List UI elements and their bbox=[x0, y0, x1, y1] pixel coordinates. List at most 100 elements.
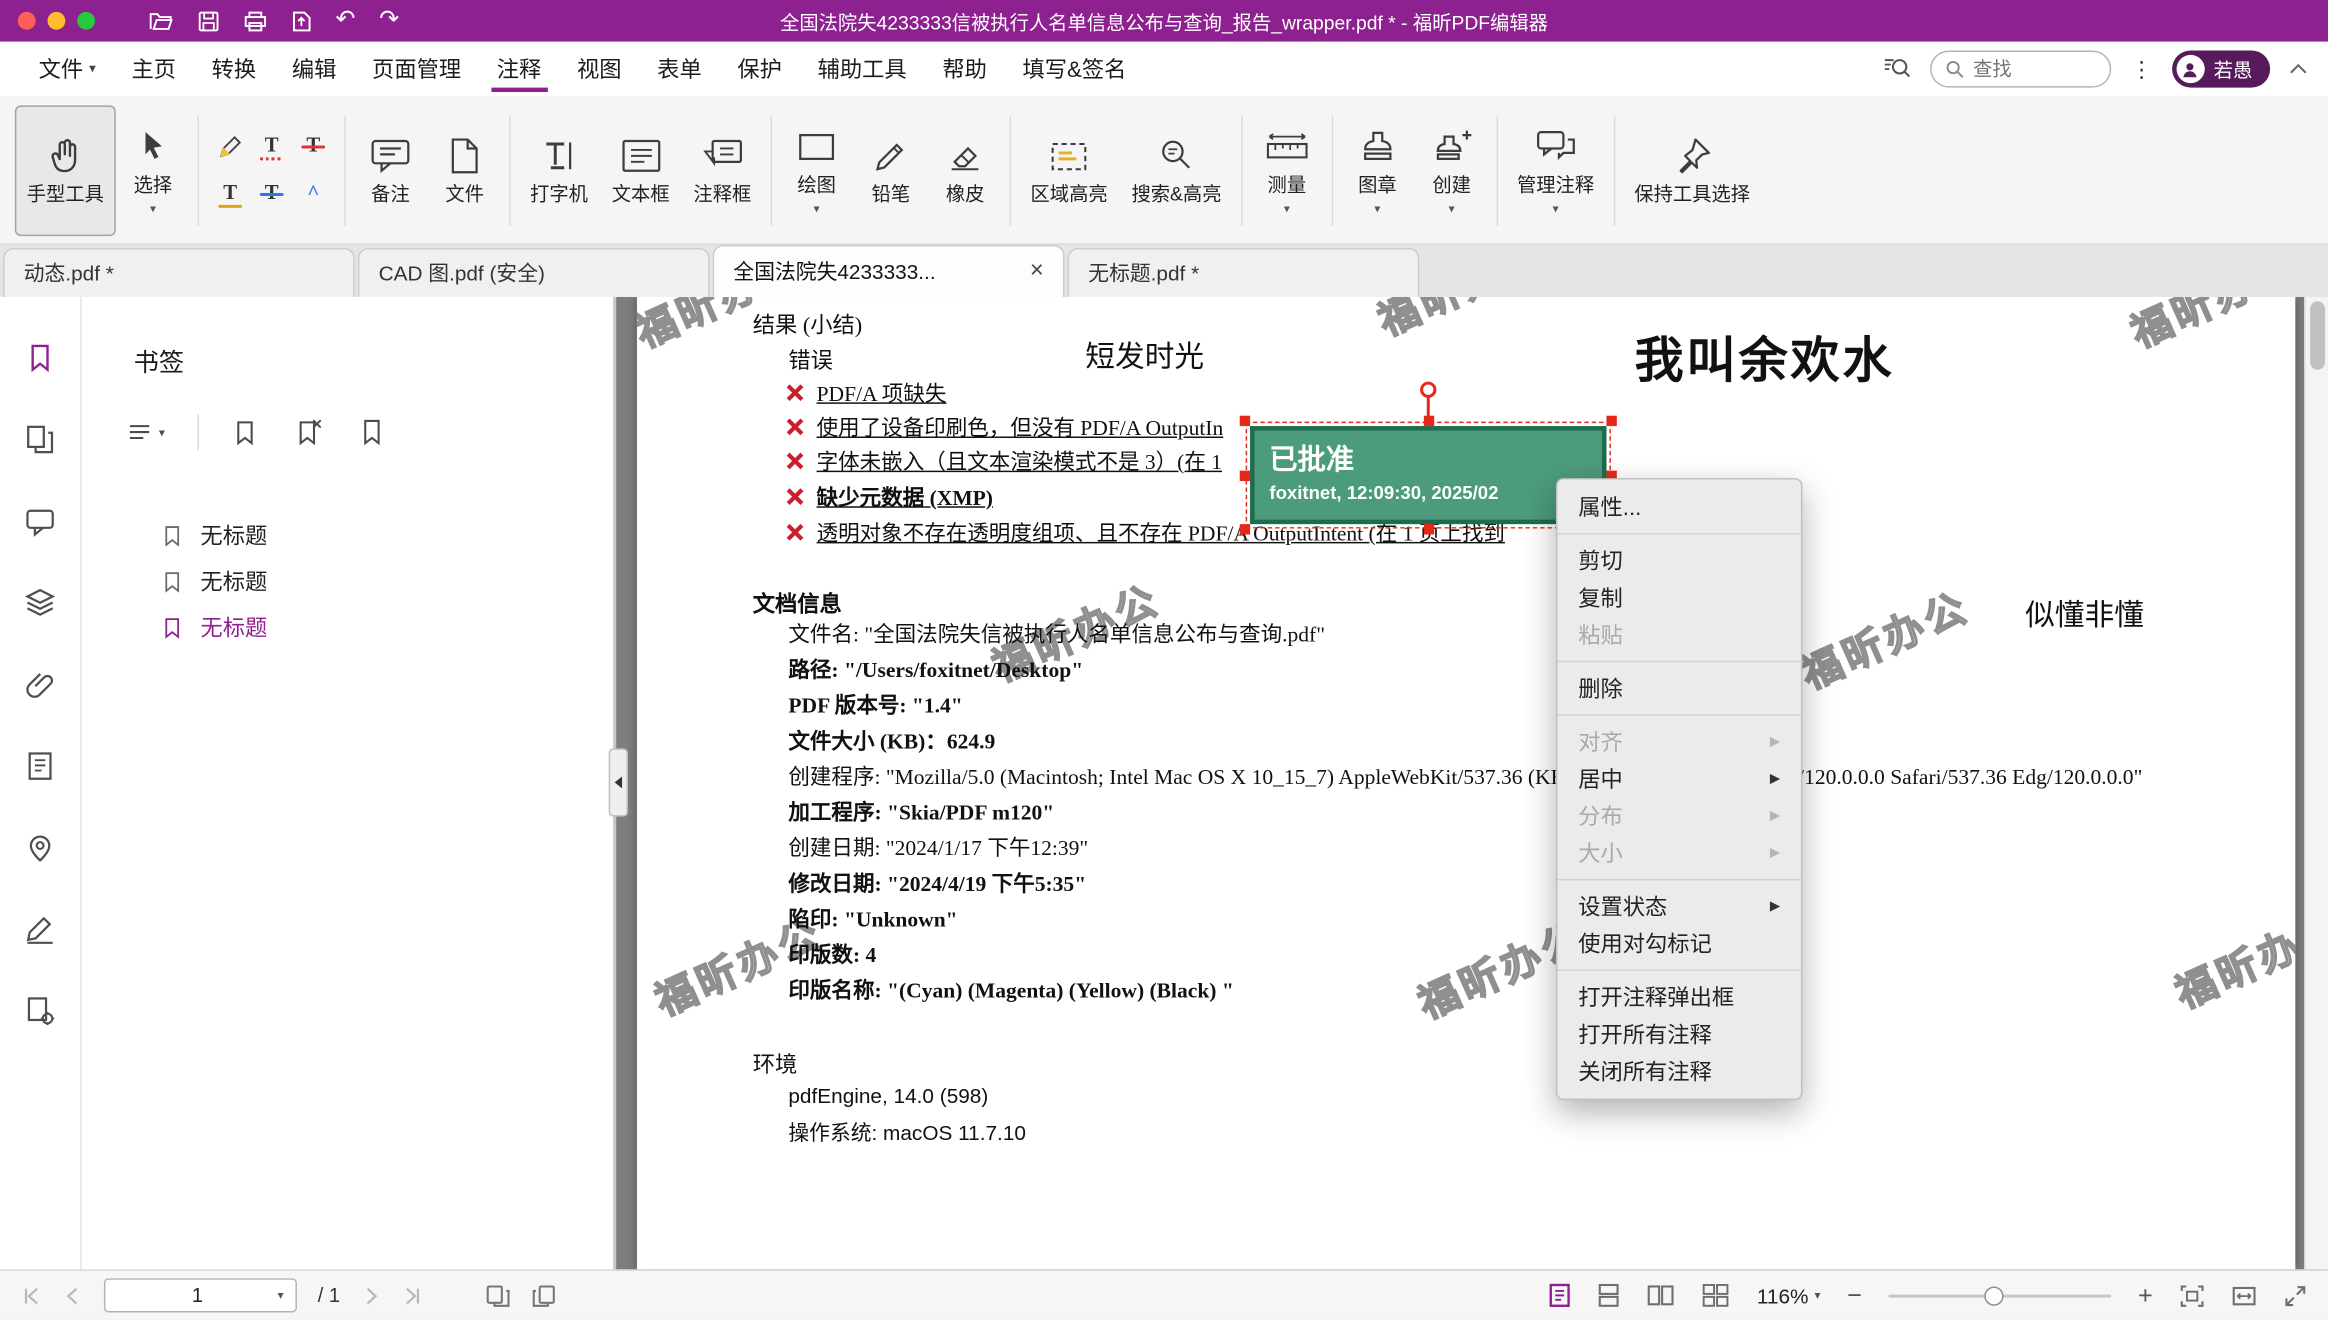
fields-panel-icon[interactable] bbox=[24, 750, 57, 783]
error-link[interactable]: 使用了设备印刷色，但没有 PDF/A OutputIn bbox=[817, 411, 1224, 442]
resize-handle[interactable] bbox=[1240, 524, 1250, 534]
chevron-down-icon[interactable]: ▾ bbox=[1553, 203, 1559, 215]
approved-stamp[interactable]: 已批准 foxitnet, 12:09:30, 2025/02 bbox=[1250, 426, 1606, 524]
signature-panel-icon[interactable] bbox=[24, 913, 57, 946]
pencil-tool-button[interactable]: 铅笔 bbox=[854, 105, 928, 236]
fit-width-icon[interactable] bbox=[2231, 1284, 2256, 1308]
zoom-out-button[interactable]: − bbox=[1847, 1283, 1862, 1308]
doc-tab-3-active[interactable]: 全国法院失4233333... × bbox=[713, 245, 1065, 297]
minimize-window-button[interactable] bbox=[48, 12, 66, 30]
bookmark-item-selected[interactable]: 无标题 bbox=[82, 604, 614, 650]
menu-file[interactable]: 文件▾ bbox=[21, 42, 114, 97]
drawing-tool-button[interactable]: 绘图 ▾ bbox=[780, 105, 854, 236]
replace-text-icon[interactable]: T bbox=[257, 179, 287, 209]
context-menu-item-open-all[interactable]: 打开所有注释 bbox=[1557, 1016, 1800, 1053]
file-attachment-tool-button[interactable]: 文件 bbox=[428, 105, 502, 236]
add-bookmark-icon[interactable] bbox=[232, 417, 262, 447]
textbox-tool-button[interactable]: 文本框 bbox=[600, 105, 682, 236]
bookmarks-panel-icon[interactable] bbox=[24, 341, 57, 374]
error-link[interactable]: PDF/A 项缺失 bbox=[817, 377, 947, 408]
scrollbar-thumb[interactable] bbox=[2310, 301, 2325, 369]
save-button[interactable] bbox=[197, 10, 219, 32]
note-tool-button[interactable]: 备注 bbox=[353, 105, 427, 236]
search-input[interactable] bbox=[1973, 58, 2096, 80]
first-page-button[interactable] bbox=[21, 1285, 42, 1306]
layers-panel-icon[interactable] bbox=[24, 586, 57, 619]
chevron-down-icon[interactable]: ▾ bbox=[278, 1289, 284, 1302]
context-menu-item-close-all[interactable]: 关闭所有注释 bbox=[1557, 1053, 1800, 1090]
context-menu-item-copy[interactable]: 复制 bbox=[1557, 579, 1800, 616]
context-menu-item-open-popup[interactable]: 打开注释弹出框 bbox=[1557, 978, 1800, 1015]
context-menu-item-properties[interactable]: 属性... bbox=[1557, 488, 1800, 525]
measure-tool-button[interactable]: 测量 ▾ bbox=[1250, 105, 1324, 236]
chevron-down-icon[interactable]: ▾ bbox=[814, 203, 820, 215]
collapse-panel-handle[interactable] bbox=[609, 748, 628, 816]
strikeout-icon[interactable]: T bbox=[298, 131, 328, 161]
chevron-down-icon[interactable]: ▾ bbox=[150, 203, 156, 215]
context-menu-item-center[interactable]: 居中▶ bbox=[1557, 760, 1800, 797]
zoom-slider-knob[interactable] bbox=[1984, 1286, 2003, 1305]
doc-tab-2[interactable]: CAD 图.pdf (安全) bbox=[358, 248, 710, 297]
maximize-window-button[interactable] bbox=[77, 12, 95, 30]
error-link[interactable]: 缺少元数据 (XMP) bbox=[817, 481, 993, 512]
menu-comment[interactable]: 注释 bbox=[479, 42, 559, 97]
menu-fill-sign[interactable]: 填写&签名 bbox=[1005, 42, 1145, 97]
open-file-button[interactable] bbox=[148, 10, 173, 31]
stamp-tool-button[interactable]: 图章 ▾ bbox=[1340, 105, 1414, 236]
typewriter-annotation[interactable]: 短发时光 bbox=[1085, 333, 1204, 376]
bookmark-item[interactable]: 无标题 bbox=[82, 512, 614, 558]
zoom-level-control[interactable]: 116% ▾ bbox=[1757, 1284, 1821, 1308]
eraser-tool-button[interactable]: 橡皮 bbox=[928, 105, 1002, 236]
menu-view[interactable]: 视图 bbox=[559, 42, 639, 97]
side-text-annotation[interactable]: 似懂非懂 bbox=[2025, 591, 2144, 634]
vertical-scrollbar[interactable] bbox=[2304, 297, 2328, 1269]
insert-text-icon[interactable]: ^ bbox=[298, 179, 328, 209]
overflow-menu-icon[interactable]: ⋮ bbox=[2131, 56, 2153, 83]
select-tool-button[interactable]: 选择 ▾ bbox=[116, 105, 190, 236]
bookmark-item[interactable]: 无标题 bbox=[82, 558, 614, 604]
doc-tab-1[interactable]: 动态.pdf * bbox=[3, 248, 355, 297]
undo-icon[interactable]: ↶ bbox=[336, 9, 356, 33]
resize-handle[interactable] bbox=[1606, 416, 1616, 426]
next-page-button[interactable] bbox=[361, 1285, 382, 1306]
bookmark-settings-icon[interactable] bbox=[356, 417, 386, 447]
rotation-handle[interactable] bbox=[1420, 382, 1436, 398]
page-thumbnails-icon[interactable] bbox=[24, 423, 57, 456]
doc-tab-4[interactable]: 无标题.pdf * bbox=[1067, 248, 1419, 297]
destinations-panel-icon[interactable] bbox=[24, 831, 57, 864]
share-export-button[interactable] bbox=[291, 10, 312, 32]
two-page-continuous-view-icon[interactable] bbox=[1702, 1283, 1730, 1308]
area-highlight-tool-button[interactable]: 区域高亮 bbox=[1019, 105, 1120, 236]
previous-page-button[interactable] bbox=[62, 1285, 83, 1306]
chevron-down-icon[interactable]: ▾ bbox=[1374, 203, 1380, 215]
menu-protect[interactable]: 保护 bbox=[720, 42, 800, 97]
single-page-view-icon[interactable] bbox=[1549, 1283, 1571, 1308]
callout-tool-button[interactable]: 注释框 bbox=[682, 105, 764, 236]
redo-icon[interactable]: ↷ bbox=[379, 9, 399, 33]
close-tab-icon[interactable]: × bbox=[1030, 260, 1044, 284]
typewriter-tool-button[interactable]: 打字机 bbox=[518, 105, 600, 236]
find-replace-icon[interactable] bbox=[1883, 56, 1911, 81]
search-box[interactable] bbox=[1930, 50, 2111, 87]
chevron-down-icon[interactable]: ▾ bbox=[1284, 203, 1290, 215]
error-link[interactable]: 字体未嵌入（且文本渲染模式不是 3）(在 1 bbox=[817, 445, 1222, 476]
menu-help[interactable]: 帮助 bbox=[924, 42, 1004, 97]
resize-handle[interactable] bbox=[1423, 524, 1433, 534]
fit-page-icon[interactable] bbox=[2180, 1284, 2205, 1308]
close-window-button[interactable] bbox=[18, 12, 36, 30]
pdf-page[interactable]: 福昕办公 福昕办公 福昕办公 福昕办公 福昕办公 福昕办公 福昕办公 福昕办公 … bbox=[637, 297, 2295, 1269]
context-menu-item-delete[interactable]: 删除 bbox=[1557, 670, 1800, 707]
collapse-ribbon-icon[interactable] bbox=[2289, 64, 2307, 74]
squiggly-icon[interactable]: T bbox=[257, 131, 287, 161]
zoom-slider[interactable] bbox=[1889, 1294, 2112, 1297]
continuous-view-icon[interactable] bbox=[1598, 1283, 1620, 1308]
hand-tool-button[interactable]: 手型工具 bbox=[15, 105, 116, 236]
tags-panel-icon[interactable] bbox=[24, 995, 57, 1028]
delete-bookmark-icon[interactable] bbox=[294, 417, 324, 447]
last-page-button[interactable] bbox=[402, 1285, 423, 1306]
page-number-input[interactable]: 1 ▾ bbox=[104, 1278, 297, 1312]
bookmark-options-button[interactable]: ▾ bbox=[126, 420, 165, 444]
attachments-panel-icon[interactable] bbox=[24, 668, 57, 701]
context-menu-item-set-status[interactable]: 设置状态▶ bbox=[1557, 888, 1800, 925]
menu-home[interactable]: 主页 bbox=[114, 42, 194, 97]
